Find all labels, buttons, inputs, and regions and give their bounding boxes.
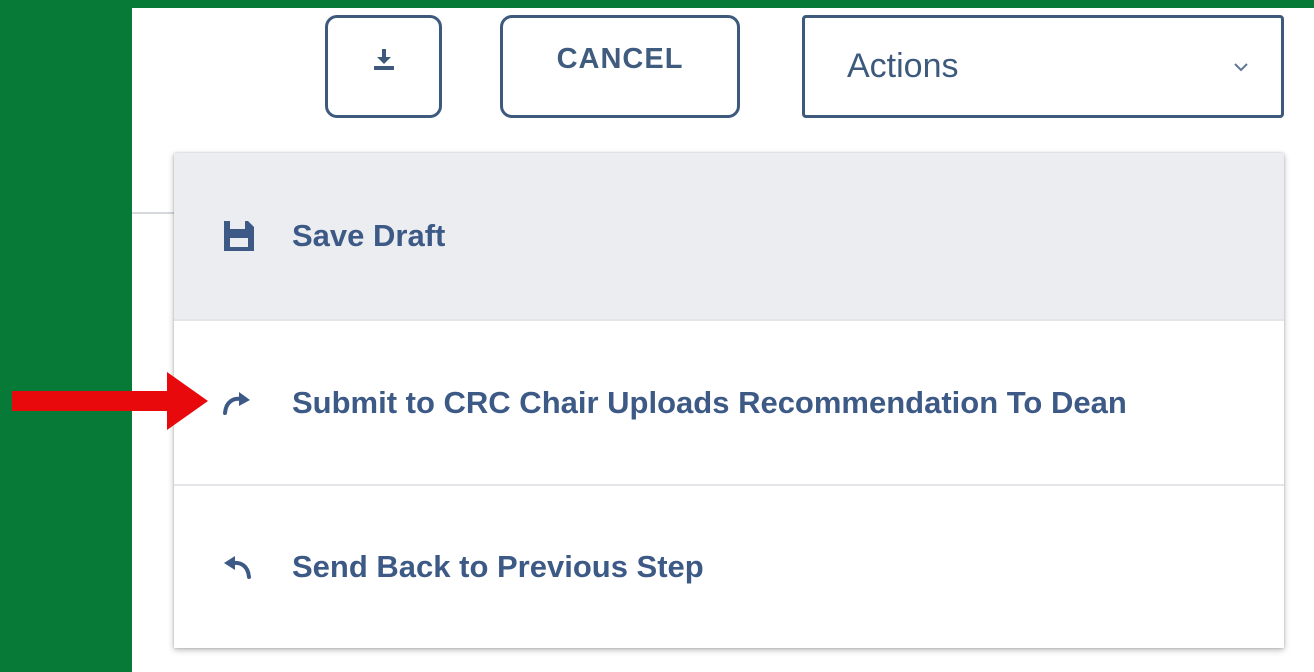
download-button[interactable]: [325, 15, 442, 118]
redo-arrow-icon: [222, 391, 262, 415]
download-icon: [373, 48, 394, 70]
red-pointer-arrow-icon: [12, 372, 208, 430]
cancel-button-label: CANCEL: [556, 43, 684, 75]
actions-dropdown-menu: Save Draft Submit to CRC Chair Uploads R…: [174, 153, 1284, 648]
main-panel: CANCEL Actions Save Draft Submit to CRC …: [132, 8, 1314, 672]
menu-item-send-back[interactable]: Send Back to Previous Step: [174, 486, 1284, 648]
save-icon: [222, 219, 262, 253]
menu-item-label: Submit to CRC Chair Uploads Recommendati…: [292, 384, 1127, 420]
actions-select-value: Actions: [847, 47, 959, 85]
undo-arrow-icon: [222, 555, 262, 579]
cancel-button[interactable]: CANCEL: [500, 15, 740, 118]
menu-item-label: Save Draft: [292, 218, 446, 253]
actions-select[interactable]: Actions: [802, 15, 1284, 118]
menu-item-submit[interactable]: Submit to CRC Chair Uploads Recommendati…: [174, 321, 1284, 484]
menu-item-label: Send Back to Previous Step: [292, 549, 704, 584]
menu-item-save-draft[interactable]: Save Draft: [174, 153, 1284, 319]
chevron-down-icon: [1234, 62, 1248, 71]
